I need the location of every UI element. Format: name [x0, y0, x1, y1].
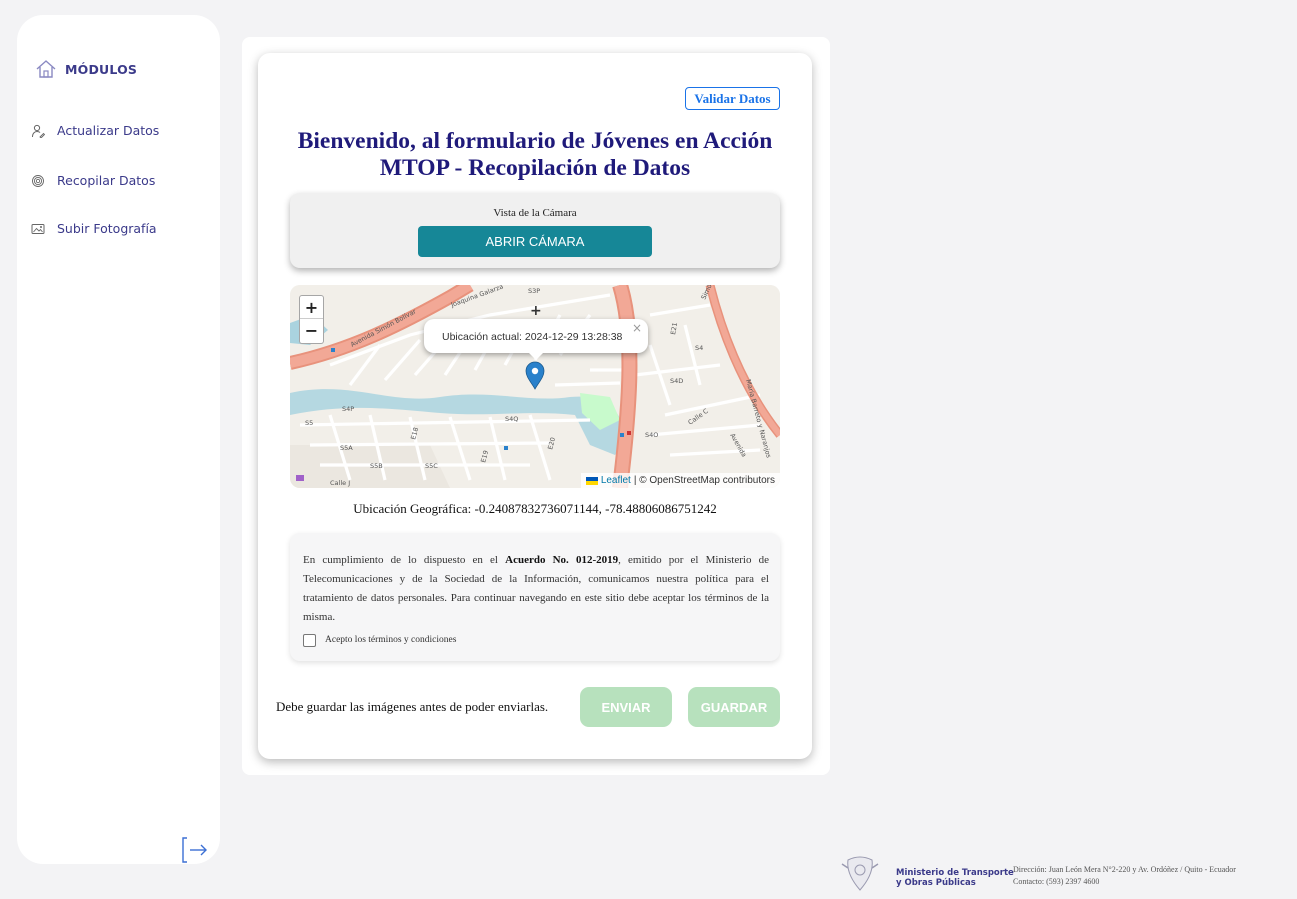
- zoom-out-button[interactable]: −: [300, 319, 323, 342]
- map-label: S4Q: [505, 415, 518, 423]
- svg-text:+: +: [530, 303, 542, 319]
- page-title: Bienvenido, al formulario de Jóvenes en …: [258, 128, 812, 182]
- map-label: S5B: [370, 462, 383, 470]
- sidebar-item-recopilar-datos[interactable]: Recopilar Datos: [31, 173, 155, 188]
- popup-tip: [528, 352, 544, 360]
- map-label: S5: [305, 419, 313, 427]
- home-icon: [35, 59, 57, 79]
- sidebar-header-label: MÓDULOS: [65, 61, 138, 77]
- terms-checkbox[interactable]: [303, 634, 316, 647]
- terms-text: En cumplimiento de lo dispuesto en el Ac…: [303, 554, 769, 623]
- save-message: Debe guardar las imágenes antes de poder…: [276, 699, 549, 714]
- leaflet-link[interactable]: Leaflet: [601, 475, 631, 486]
- location-popup: Ubicación actual: 2024-12-29 13:28:38 ×: [424, 319, 648, 353]
- open-camera-button[interactable]: ABRIR CÁMARA: [418, 226, 652, 257]
- map-label: S4O: [645, 431, 658, 439]
- map-label: S3P: [528, 287, 540, 295]
- fingerprint-icon: [31, 174, 45, 188]
- logout-icon[interactable]: [180, 835, 210, 865]
- footer-ministry: Ministerio de Transporte y Obras Pública…: [896, 868, 1014, 888]
- sidebar-item-label: Recopilar Datos: [57, 173, 156, 188]
- footer-address: Dirección: Juan León Mera N°2-220 y Av. …: [1013, 864, 1236, 888]
- map-tiles: + Avenida Simón Bolívar Joaquina Galarza…: [290, 285, 780, 488]
- sidebar-item-subir-fotografia[interactable]: Subir Fotografía: [31, 221, 157, 236]
- agreement-reference: Acuerdo No. 012-2019: [505, 554, 619, 566]
- map-label: S4P: [342, 405, 354, 413]
- sidebar: MÓDULOS Actualizar Datos Recopilar Datos…: [17, 15, 220, 864]
- map-zoom-control: + −: [299, 295, 324, 344]
- sidebar-header[interactable]: MÓDULOS: [35, 59, 137, 79]
- map-label: S5C: [425, 462, 438, 470]
- location-map[interactable]: + Avenida Simón Bolívar Joaquina Galarza…: [290, 285, 780, 488]
- footer-contact-line: Contacto: (593) 2397 4600: [1013, 877, 1100, 886]
- map-label: S4: [695, 344, 703, 352]
- terms-checkbox-label[interactable]: Acepto los términos y condiciones: [325, 635, 456, 645]
- save-button[interactable]: GUARDAR: [688, 687, 780, 727]
- map-attribution: Leaflet | © OpenStreetMap contributors: [580, 473, 780, 488]
- page-title-line1: Bienvenido, al formulario de Jóvenes en …: [297, 128, 773, 154]
- map-label: S4D: [670, 377, 683, 385]
- page-title-line2: MTOP - Recopilación de Datos: [379, 155, 691, 181]
- validate-data-button[interactable]: Validar Datos: [685, 87, 780, 110]
- map-label: Calle J: [330, 479, 350, 487]
- popup-text: Ubicación actual: 2024-12-29 13:28:38: [442, 331, 623, 343]
- send-button[interactable]: ENVIAR: [580, 687, 672, 727]
- camera-label: Vista de la Cámara: [493, 207, 577, 219]
- popup-close-icon[interactable]: ×: [632, 321, 642, 335]
- sidebar-item-label: Actualizar Datos: [57, 123, 160, 138]
- user-edit-icon: [31, 124, 45, 138]
- sidebar-item-actualizar-datos[interactable]: Actualizar Datos: [31, 123, 159, 138]
- osm-attribution: | © OpenStreetMap contributors: [633, 475, 775, 486]
- footer-address-line: Dirección: Juan León Mera N°2-220 y Av. …: [1013, 865, 1236, 874]
- geo-location-text: Ubicación Geográfica: -0.240878327360711…: [353, 501, 717, 516]
- sidebar-item-label: Subir Fotografía: [57, 221, 157, 236]
- image-upload-icon: [31, 222, 45, 236]
- zoom-in-button[interactable]: +: [300, 296, 323, 319]
- map-label: S5A: [340, 444, 353, 452]
- coat-of-arms-logo: [840, 856, 880, 892]
- ukraine-flag-icon: [585, 476, 598, 485]
